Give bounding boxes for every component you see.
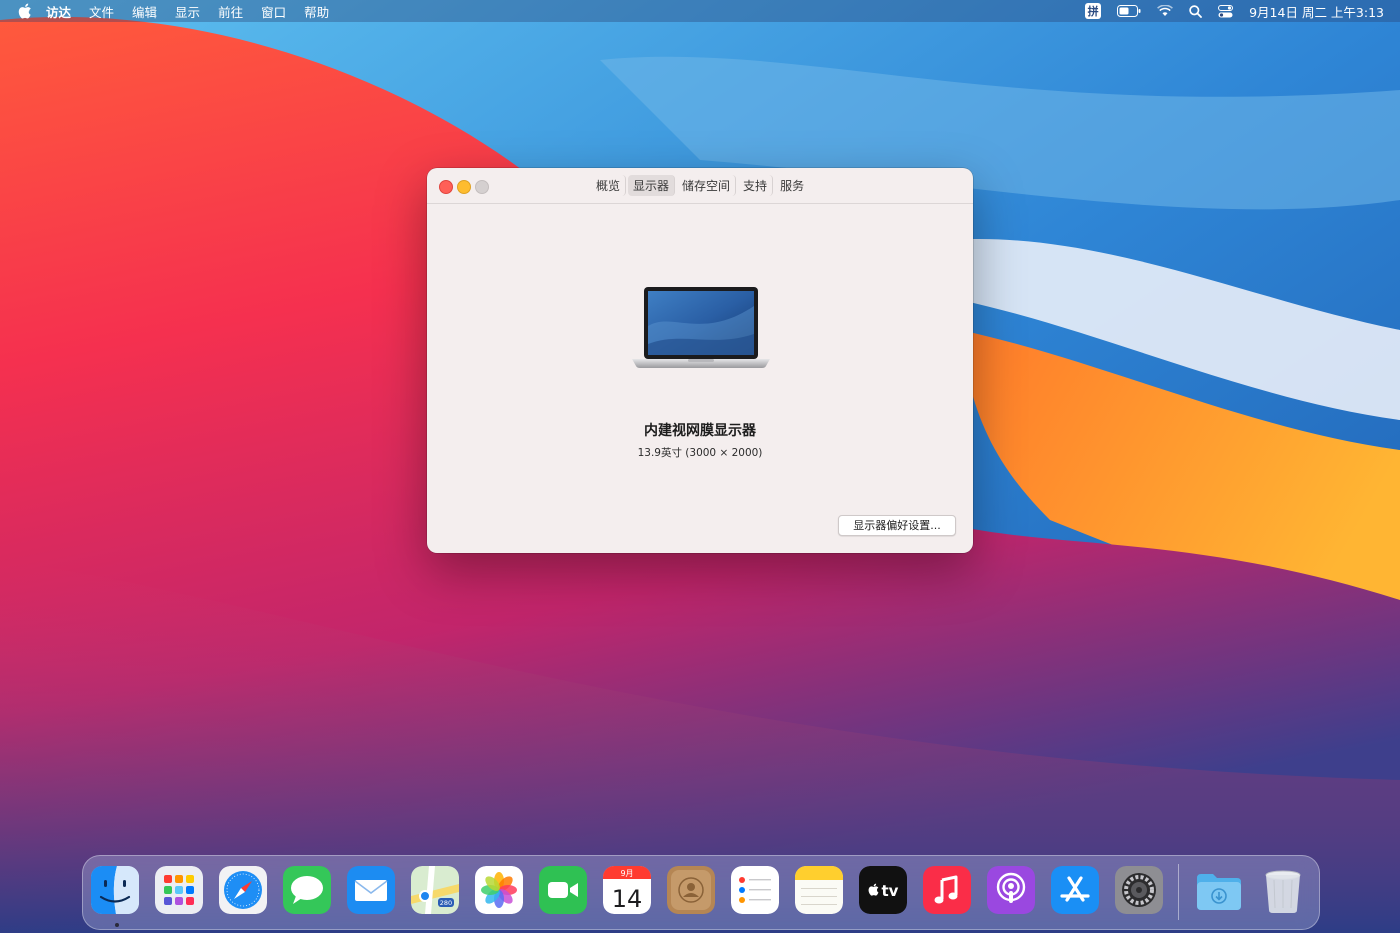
input-method-indicator[interactable]: 拼 bbox=[1085, 3, 1102, 19]
menu-extras: 拼 9月14日 周二 上午3:13 bbox=[1085, 0, 1384, 22]
messages-icon[interactable] bbox=[283, 866, 331, 914]
menu-help[interactable]: 帮助 bbox=[304, 2, 329, 21]
search-icon[interactable] bbox=[1189, 4, 1203, 18]
minimize-button[interactable] bbox=[457, 180, 471, 194]
maps-icon[interactable]: 280 bbox=[411, 866, 459, 914]
menu-edit[interactable]: 编辑 bbox=[132, 2, 157, 21]
control-center-icon[interactable] bbox=[1218, 4, 1234, 18]
tab-bar: 概览 显示器 储存空间 支持 服务 bbox=[590, 174, 810, 196]
calendar-month: 9月 bbox=[620, 869, 633, 878]
dock: 280 9月 14 tv bbox=[82, 855, 1320, 930]
wifi-icon[interactable] bbox=[1157, 5, 1174, 17]
tab-storage[interactable]: 储存空间 bbox=[677, 174, 737, 196]
menu-clock[interactable]: 9月14日 周二 上午3:13 bbox=[1249, 2, 1384, 21]
tab-support[interactable]: 支持 bbox=[738, 174, 774, 196]
dock-separator bbox=[1178, 864, 1179, 920]
contacts-icon[interactable] bbox=[667, 866, 715, 914]
battery-icon[interactable] bbox=[1117, 5, 1141, 17]
menu-file[interactable]: 文件 bbox=[89, 2, 114, 21]
tab-overview[interactable]: 概览 bbox=[591, 174, 627, 196]
calendar-day: 14 bbox=[612, 885, 643, 913]
close-button[interactable] bbox=[439, 180, 453, 194]
menu-bar: 访达 文件 编辑 显示 前往 窗口 帮助 拼 9月14日 周二 上午3:13 bbox=[0, 0, 1400, 22]
display-name: 内建视网膜显示器 bbox=[644, 423, 756, 439]
mail-icon[interactable] bbox=[347, 866, 395, 914]
zoom-button bbox=[475, 180, 489, 194]
finder-icon[interactable] bbox=[91, 866, 139, 914]
music-icon[interactable] bbox=[923, 866, 971, 914]
tab-displays[interactable]: 显示器 bbox=[628, 174, 676, 196]
menu-app-name[interactable]: 访达 bbox=[46, 2, 71, 21]
podcasts-icon[interactable] bbox=[987, 866, 1035, 914]
calendar-icon[interactable]: 9月 14 bbox=[603, 866, 651, 914]
app-store-icon[interactable] bbox=[1051, 866, 1099, 914]
tab-service[interactable]: 服务 bbox=[775, 175, 809, 196]
trash-icon[interactable] bbox=[1259, 866, 1307, 914]
menu-go[interactable]: 前往 bbox=[218, 2, 243, 21]
about-this-mac-window: 概览 显示器 储存空间 支持 服务 内建视网膜显示器 13.9英寸 (3000 … bbox=[427, 168, 973, 553]
display-size: 13.9英寸 (3000 × 2000) bbox=[637, 447, 763, 459]
facetime-icon[interactable] bbox=[539, 866, 587, 914]
downloads-folder-icon[interactable] bbox=[1195, 866, 1243, 914]
display-preferences-button[interactable]: 显示器偏好设置... bbox=[838, 515, 956, 536]
window-titlebar[interactable]: 概览 显示器 储存空间 支持 服务 bbox=[427, 168, 973, 204]
launchpad-icon[interactable] bbox=[155, 866, 203, 914]
gear-icon[interactable] bbox=[1115, 866, 1163, 914]
safari-icon[interactable] bbox=[219, 866, 267, 914]
finder-running-indicator bbox=[115, 923, 119, 927]
menu-window[interactable]: 窗口 bbox=[261, 2, 286, 21]
maps-badge: 280 bbox=[440, 899, 452, 907]
reminders-icon[interactable] bbox=[731, 866, 779, 914]
macbook-display-icon bbox=[632, 287, 770, 368]
apple-logo-icon[interactable] bbox=[18, 3, 32, 19]
apple-tv-label: tv bbox=[882, 882, 899, 900]
notes-icon[interactable] bbox=[795, 866, 843, 914]
menu-view[interactable]: 显示 bbox=[175, 2, 200, 21]
apple-tv-icon[interactable]: tv bbox=[859, 866, 907, 914]
photos-icon[interactable] bbox=[475, 866, 523, 914]
